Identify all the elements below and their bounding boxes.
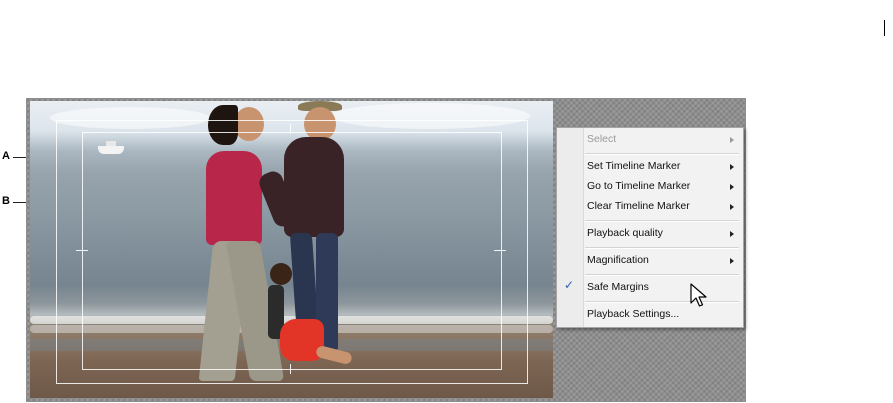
safe-margin-center-tick-right bbox=[494, 250, 506, 251]
menu-item-select[interactable]: Select bbox=[557, 130, 743, 150]
safe-margin-center-tick-top bbox=[290, 124, 291, 134]
menu-item-label: Go to Timeline Marker bbox=[587, 180, 691, 192]
menu-separator bbox=[585, 153, 739, 155]
safe-margin-center-tick-left bbox=[76, 250, 88, 251]
menu-item-label: Playback Settings... bbox=[587, 308, 680, 320]
checkmark-icon: ✓ bbox=[564, 278, 575, 292]
menu-item-label: Clear Timeline Marker bbox=[587, 200, 690, 212]
menu-item-safe-margins[interactable]: ✓ Safe Margins bbox=[557, 278, 743, 298]
context-menu: Select Set Timeline Marker Go to Timelin… bbox=[556, 127, 744, 328]
title-safe-margin bbox=[82, 132, 502, 370]
menu-item-set-timeline-marker[interactable]: Set Timeline Marker bbox=[557, 157, 743, 177]
menu-item-label: Safe Margins bbox=[587, 281, 649, 293]
submenu-arrow-icon bbox=[730, 258, 734, 264]
menu-item-go-to-timeline-marker[interactable]: Go to Timeline Marker bbox=[557, 177, 743, 197]
submenu-arrow-icon bbox=[730, 231, 734, 237]
submenu-arrow-icon bbox=[730, 204, 734, 210]
submenu-arrow-icon bbox=[730, 164, 734, 170]
menu-item-label: Playback quality bbox=[587, 227, 663, 239]
callout-b: B bbox=[2, 195, 10, 207]
menu-separator bbox=[585, 301, 739, 303]
menu-item-label: Select bbox=[587, 133, 617, 145]
submenu-arrow-icon bbox=[730, 137, 734, 143]
menu-item-playback-settings[interactable]: Playback Settings... bbox=[557, 305, 743, 325]
menu-item-label: Set Timeline Marker bbox=[587, 160, 681, 172]
callout-a: A bbox=[2, 150, 10, 162]
menu-item-playback-quality[interactable]: Playback quality bbox=[557, 224, 743, 244]
safe-margin-center-tick-bottom bbox=[290, 364, 291, 374]
menu-separator bbox=[585, 247, 739, 249]
menu-separator bbox=[585, 274, 739, 276]
page-corner-mark bbox=[884, 20, 885, 36]
menu-item-clear-timeline-marker[interactable]: Clear Timeline Marker bbox=[557, 197, 743, 217]
mouse-pointer-icon bbox=[690, 283, 707, 307]
menu-item-label: Magnification bbox=[587, 254, 649, 266]
menu-separator bbox=[585, 220, 739, 222]
submenu-arrow-icon bbox=[730, 184, 734, 190]
menu-item-magnification[interactable]: Magnification bbox=[557, 251, 743, 271]
